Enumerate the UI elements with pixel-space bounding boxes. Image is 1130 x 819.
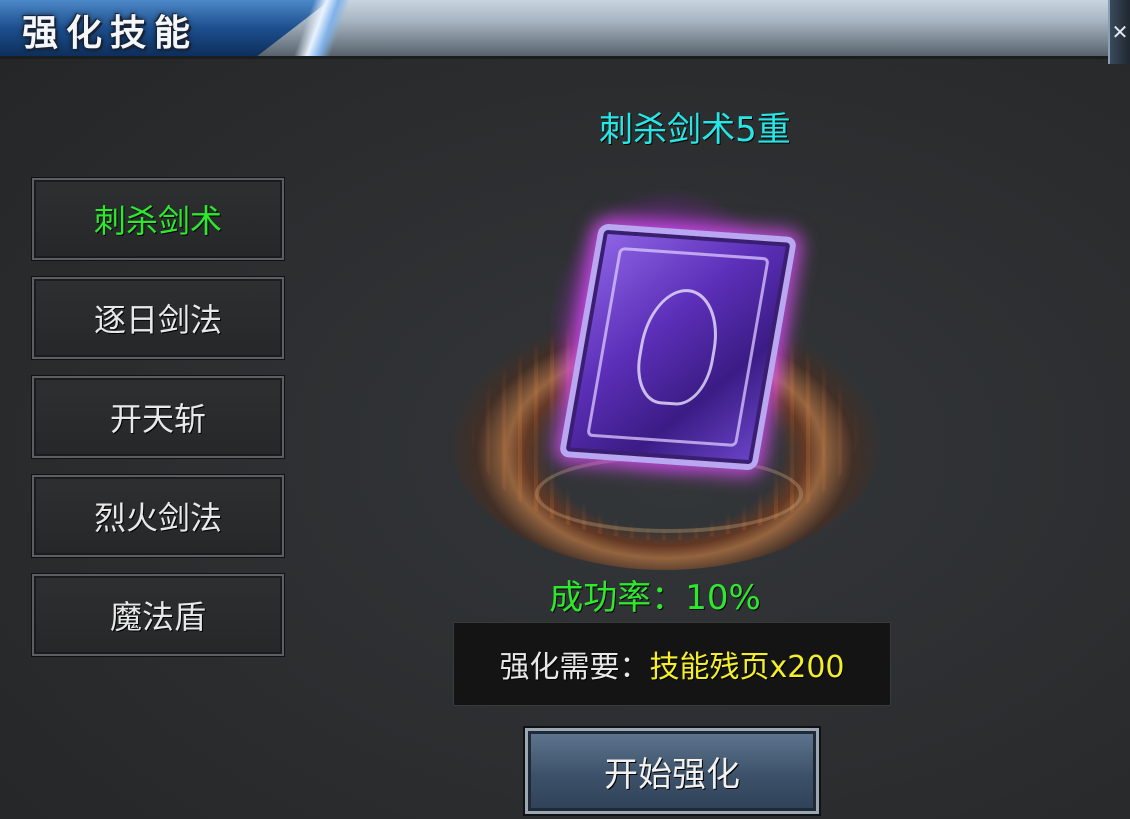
success-rate: 成功率：10% <box>549 578 761 618</box>
start-enhance-button[interactable]: 开始强化 <box>525 728 819 814</box>
skill-book-display <box>430 190 900 580</box>
skill-level-title: 刺杀剑术5重 <box>599 110 791 150</box>
skill-book-icon <box>558 223 798 471</box>
skill-list: 刺杀剑术 逐日剑法 开天斩 烈火剑法 魔法盾 <box>32 178 284 673</box>
skill-item-mofadun[interactable]: 魔法盾 <box>32 574 284 656</box>
title-bar: 强化技能 <box>0 0 1130 59</box>
cost-label: 强化需要： <box>499 650 650 685</box>
enhance-skill-panel: 强化技能 ✕ 刺杀剑术 逐日剑法 开天斩 烈火剑法 魔法盾 刺杀剑术5重 成功率… <box>0 0 1130 819</box>
skill-item-liehuo[interactable]: 烈火剑法 <box>32 475 284 557</box>
window-title: 强化技能 <box>22 13 199 54</box>
close-button[interactable]: ✕ <box>1108 0 1130 64</box>
skill-item-kaitian[interactable]: 开天斩 <box>32 376 284 458</box>
cost-box: 强化需要： 技能残页x200 <box>453 622 891 706</box>
title-slash-decoration <box>250 0 390 56</box>
cost-value: 技能残页x200 <box>649 650 845 685</box>
skill-item-zhuri[interactable]: 逐日剑法 <box>32 277 284 359</box>
skill-item-cisha[interactable]: 刺杀剑术 <box>32 178 284 260</box>
